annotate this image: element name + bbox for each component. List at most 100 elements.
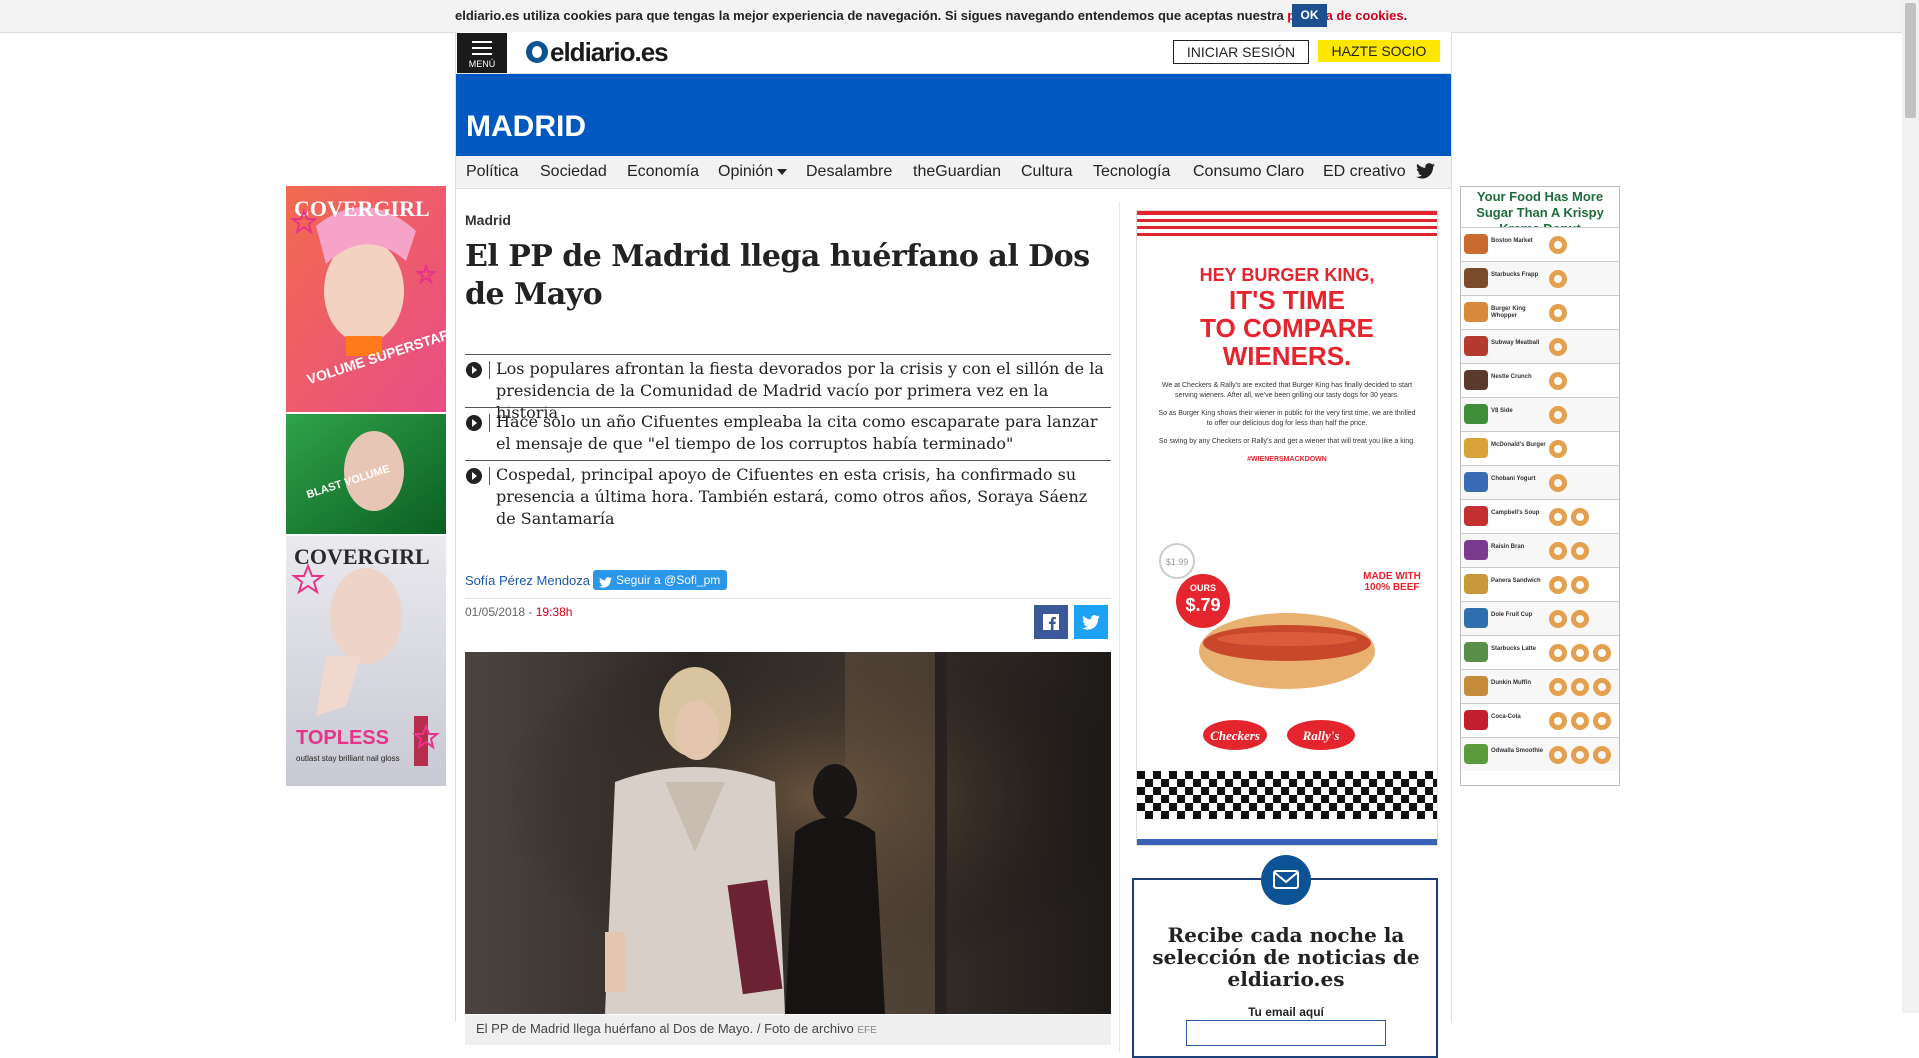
- ad-left-tag-3: TOPLESS: [296, 727, 389, 749]
- checker-square: [1409, 771, 1417, 779]
- checker-square: [1217, 771, 1225, 779]
- checker-square: [1241, 779, 1249, 787]
- covergirl-logo: COVERGIRL: [294, 196, 430, 221]
- ad-right-row: Raisin Bran: [1461, 533, 1619, 567]
- ad-right-row: Odwalla Smoothie: [1461, 737, 1619, 771]
- checker-square: [1305, 795, 1313, 803]
- column-divider: [1119, 202, 1120, 1052]
- checker-square: [1209, 779, 1217, 787]
- nav-item-theguardian[interactable]: theGuardian: [913, 163, 1001, 181]
- checker-square: [1385, 811, 1393, 819]
- checker-square: [1233, 771, 1241, 779]
- site-logo[interactable]: eldiario.es: [526, 37, 669, 67]
- article-date: 01/05/2018 - 19:38h: [465, 605, 572, 619]
- checker-square: [1193, 811, 1201, 819]
- logo-mark-icon: [526, 41, 548, 63]
- scrollbar[interactable]: [1902, 0, 1919, 1013]
- nav-item-desalambre[interactable]: Desalambre: [806, 163, 892, 181]
- join-button[interactable]: HAZTE SOCIO: [1318, 40, 1440, 62]
- summary-text: Hace solo un año Cifuentes empleaba la c…: [496, 412, 1098, 453]
- checker-square: [1425, 771, 1433, 779]
- cookie-ok-button[interactable]: OK: [1292, 4, 1327, 27]
- email-field[interactable]: [1186, 1020, 1386, 1046]
- checker-square: [1265, 771, 1273, 779]
- article-kicker[interactable]: Madrid: [465, 212, 511, 228]
- checker-square: [1401, 779, 1409, 787]
- twitter-icon[interactable]: [1416, 163, 1435, 184]
- chevron-circle-icon: [466, 362, 482, 378]
- checker-square: [1225, 795, 1233, 803]
- article-photo[interactable]: [465, 652, 1111, 1014]
- nav-item-consumo-claro[interactable]: Consumo Claro: [1193, 163, 1304, 181]
- checker-square: [1393, 787, 1401, 795]
- food-thumbnail: [1464, 506, 1488, 526]
- ad-right-row: V8 Side: [1461, 397, 1619, 431]
- checker-square: [1201, 803, 1209, 811]
- checker-square: [1193, 795, 1201, 803]
- checker-square: [1361, 803, 1369, 811]
- twitter-follow-button[interactable]: Seguir a @Sofi_pm: [593, 570, 727, 590]
- food-thumbnail: [1464, 302, 1488, 322]
- checker-square: [1177, 795, 1185, 803]
- page-container: MENÚ eldiario.es INICIAR SESIÓN HAZTE SO…: [455, 32, 1452, 1058]
- checkers-ad[interactable]: HEY BURGER KING, IT'S TIME TO COMPARE WI…: [1136, 210, 1438, 846]
- donut-icon: [1571, 712, 1589, 730]
- ad-hashtag: #WIENERSMACKDOWN: [1247, 456, 1327, 463]
- checker-square: [1289, 779, 1297, 787]
- checker-square: [1145, 811, 1153, 819]
- checker-square: [1377, 787, 1385, 795]
- donut-icon: [1549, 270, 1567, 288]
- summary-divider: [465, 407, 1111, 408]
- ad-right-row: Panera Sandwich: [1461, 567, 1619, 601]
- food-label: Odwalla Smoothie: [1491, 748, 1544, 754]
- nav-item-sociedad[interactable]: Sociedad: [540, 163, 607, 181]
- ad-line-3: TO COMPARE: [1200, 313, 1374, 343]
- food-label: Burger King Whopper: [1491, 306, 1526, 319]
- ad-price-ours: $.79: [1185, 595, 1220, 615]
- twitter-share-button[interactable]: [1074, 605, 1108, 639]
- login-button[interactable]: INICIAR SESIÓN: [1173, 40, 1309, 64]
- food-thumbnail: [1464, 234, 1488, 254]
- menu-button[interactable]: MENÚ: [457, 33, 507, 73]
- left-skyscraper-ad[interactable]: COVERGIRL COVERGIRL VOLUME SUPERSTAR! BL…: [286, 186, 446, 786]
- food-thumbnail: [1464, 710, 1488, 730]
- author-link[interactable]: Sofía Pérez Mendoza: [465, 573, 590, 588]
- checker-square: [1369, 779, 1377, 787]
- nav-item-ed-creativo[interactable]: ED creativo: [1323, 163, 1406, 181]
- nav-item-tecnologia[interactable]: Tecnología: [1093, 163, 1170, 181]
- food-label: Dunkin Muffin: [1491, 680, 1531, 686]
- checker-square: [1369, 811, 1377, 819]
- donut-icon: [1593, 712, 1611, 730]
- chevron-circle-icon: [466, 415, 482, 431]
- checker-square: [1161, 811, 1169, 819]
- nav-item-cultura[interactable]: Cultura: [1021, 163, 1073, 181]
- ad-right-row: Burger King Whopper: [1461, 295, 1619, 329]
- checker-square: [1225, 779, 1233, 787]
- checker-square: [1297, 771, 1305, 779]
- food-label: McDonald's Burger: [1491, 442, 1546, 448]
- nav-item-opinion[interactable]: Opinión: [718, 163, 788, 181]
- checker-square: [1137, 787, 1145, 795]
- ad-right-headline: Your Food Has More Sugar Than A Krispy K…: [1461, 187, 1619, 236]
- nav-item-economia[interactable]: Economía: [627, 163, 699, 181]
- checker-square: [1193, 779, 1201, 787]
- section-banner: [456, 74, 1451, 156]
- checker-square: [1249, 787, 1257, 795]
- ad-right-row: Starbucks Latte: [1461, 635, 1619, 669]
- donut-icon: [1549, 542, 1567, 560]
- facebook-share-button[interactable]: [1034, 605, 1068, 639]
- checker-square: [1377, 771, 1385, 779]
- checker-square: [1353, 811, 1361, 819]
- checker-square: [1169, 803, 1177, 811]
- nav-item-politica[interactable]: Política: [466, 163, 518, 181]
- checker-square: [1241, 795, 1249, 803]
- right-skyscraper-ad[interactable]: Your Food Has More Sugar Than A Krispy K…: [1460, 186, 1620, 786]
- section-title[interactable]: MADRID: [466, 110, 586, 144]
- checker-square: [1177, 779, 1185, 787]
- food-label: Raisin Bran: [1491, 544, 1525, 550]
- donut-icon: [1549, 406, 1567, 424]
- checker-square: [1137, 803, 1145, 811]
- checker-square: [1153, 771, 1161, 779]
- menu-label: MENÚ: [468, 59, 496, 69]
- scrollbar-thumb[interactable]: [1905, 3, 1916, 118]
